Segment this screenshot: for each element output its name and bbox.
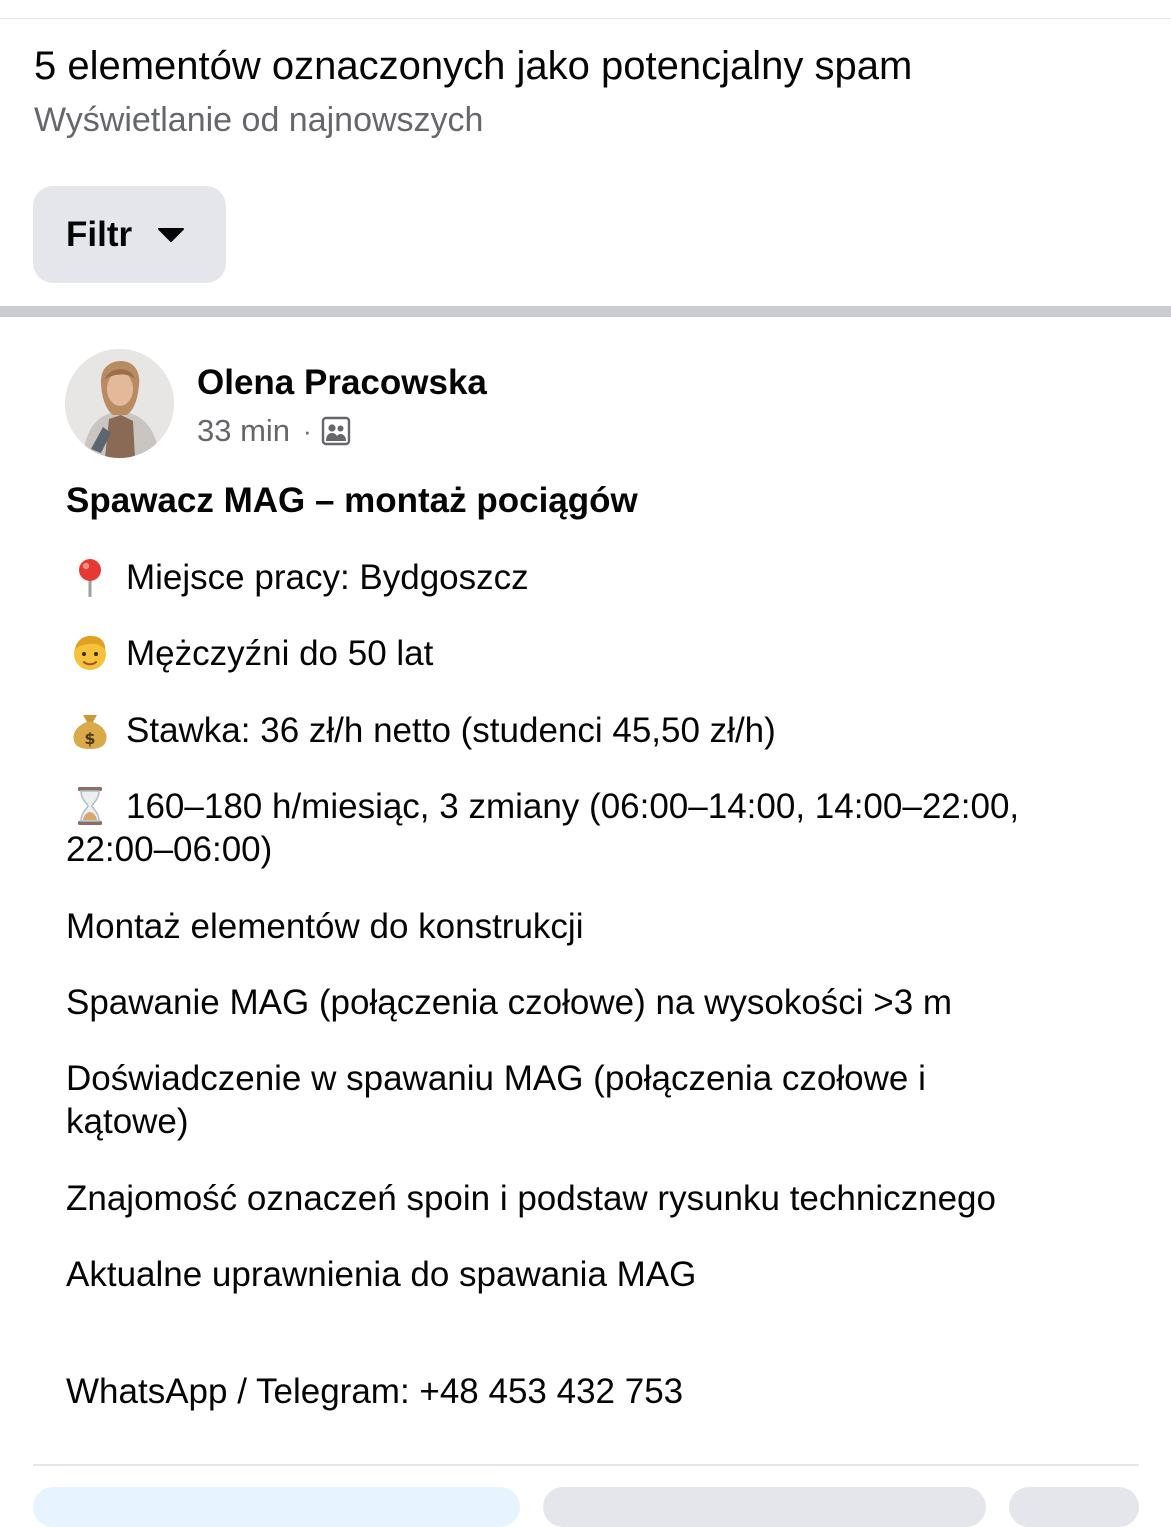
- section-divider: [0, 306, 1171, 317]
- profile-photo: [65, 349, 174, 458]
- avatar[interactable]: [65, 349, 174, 458]
- post-line-location: Miejsce pracy: Bydgoszcz: [66, 556, 1126, 599]
- post-line-text: Miejsce pracy: Bydgoszcz: [126, 558, 529, 597]
- post-line: Aktualne uprawnienia do spawania MAG: [66, 1255, 697, 1294]
- svg-text:$: $: [84, 729, 95, 748]
- hourglass-icon: [78, 787, 102, 825]
- post-line: Znajomość oznaczeń spoin i podstaw rysun…: [66, 1179, 996, 1218]
- post-line: Spawanie MAG (połączenia czołowe) na wys…: [66, 983, 953, 1022]
- post-meta: 33 min ·: [197, 411, 351, 451]
- caret-down-icon: [158, 227, 185, 242]
- secondary-action-button[interactable]: [543, 1487, 986, 1527]
- post-line-contact: WhatsApp / Telegram: +48 453 432 753: [66, 1372, 684, 1411]
- post-title: Spawacz MAG – montaż pociągów: [66, 481, 638, 520]
- post-line-age: Mężczyźni do 50 lat: [66, 632, 1126, 675]
- post-author-name[interactable]: Olena Pracowska: [197, 362, 487, 404]
- page-title: 5 elementów oznaczonych jako potencjalny…: [34, 44, 913, 88]
- top-divider: [0, 18, 1171, 19]
- post-line-text: Mężczyźni do 50 lat: [126, 634, 434, 673]
- man-icon: [74, 635, 106, 670]
- post-line: Doświadczenie w spawaniu MAG (połączenia…: [66, 1059, 926, 1141]
- post-line-text: 160–180 h/miesiąc, 3 zmiany (06:00–14:00…: [66, 787, 1020, 869]
- money-bag-icon: $: [73, 715, 107, 749]
- filter-button-label: Filtr: [66, 214, 133, 254]
- post-line-rate: $ Stawka: 36 zł/h netto (studenci 45,50 …: [66, 709, 1126, 752]
- primary-action-button[interactable]: [33, 1487, 520, 1527]
- post-line-text: Stawka: 36 zł/h netto (studenci 45,50 zł…: [126, 711, 776, 750]
- post-line-hours: 160–180 h/miesiąc, 3 zmiany (06:00–14:00…: [66, 785, 1126, 871]
- meta-separator: ·: [303, 415, 312, 446]
- filter-button[interactable]: Filtr: [33, 186, 226, 283]
- group-icon: [321, 416, 350, 446]
- post-line: Montaż elementów do konstrukcji: [66, 907, 584, 946]
- pushpin-icon: [79, 559, 101, 597]
- sort-order-label: Wyświetlanie od najnowszych: [34, 101, 484, 139]
- post-timestamp[interactable]: 33 min: [197, 413, 290, 449]
- more-action-button[interactable]: [1009, 1487, 1139, 1527]
- post-actions-divider: [33, 1464, 1139, 1466]
